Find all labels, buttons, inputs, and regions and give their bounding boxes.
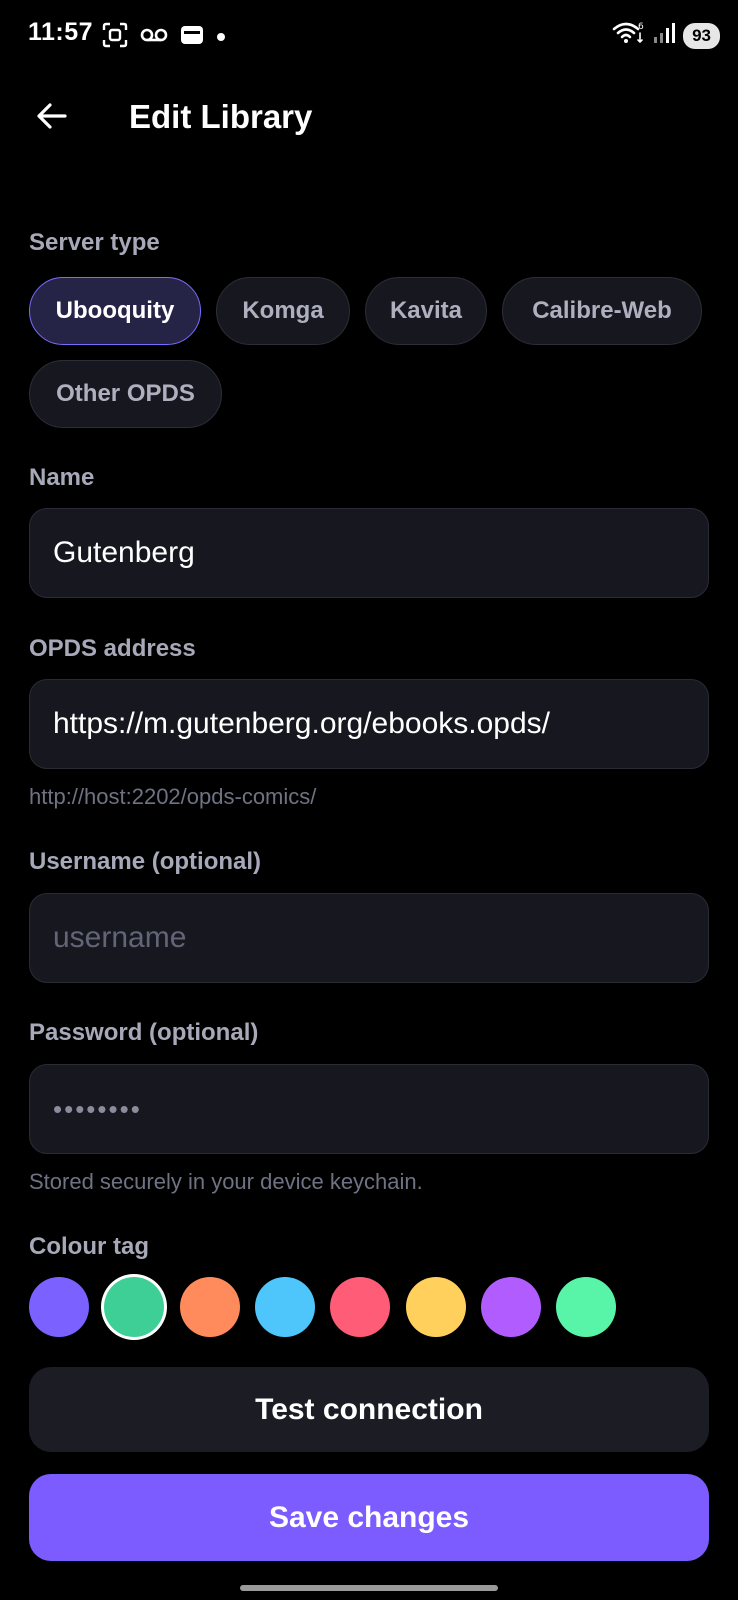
chip-komga[interactable]: Komga xyxy=(216,277,350,345)
chip-other-opds[interactable]: Other OPDS xyxy=(29,360,222,428)
opds-address-hint: http://host:2202/opds-comics/ xyxy=(29,784,317,809)
password-field[interactable]: •••••••• xyxy=(29,1064,709,1154)
voicemail-icon xyxy=(140,26,168,49)
username-label: Username (optional) xyxy=(29,848,262,875)
battery-icon: 93 xyxy=(683,22,720,49)
dot-icon xyxy=(216,29,226,47)
status-time: 11:57 xyxy=(28,18,94,46)
username-field[interactable]: username xyxy=(29,893,709,983)
save-changes-button[interactable]: Save changes xyxy=(29,1474,709,1561)
colour-swatch[interactable] xyxy=(179,1277,240,1337)
app-header: Edit Library xyxy=(0,88,738,150)
status-icons-left xyxy=(102,22,226,53)
wallet-icon xyxy=(180,24,204,51)
status-bar: 11:57 6 93 xyxy=(0,0,738,72)
server-type-label: Server type xyxy=(29,229,160,256)
home-indicator xyxy=(240,1585,498,1591)
name-field[interactable]: Gutenberg xyxy=(29,508,709,598)
status-icons-right: 6 93 xyxy=(611,20,720,51)
name-label: Name xyxy=(29,464,95,491)
test-connection-button[interactable]: Test connection xyxy=(29,1367,709,1452)
svg-text:6: 6 xyxy=(638,22,644,32)
page-title: Edit Library xyxy=(129,98,313,135)
arrow-left-icon xyxy=(36,102,68,135)
opds-address-field[interactable]: https://m.gutenberg.org/ebooks.opds/ xyxy=(29,679,709,769)
password-label: Password (optional) xyxy=(29,1019,259,1046)
colour-swatch[interactable] xyxy=(29,1277,89,1337)
colour-tag-label: Colour tag xyxy=(29,1233,149,1260)
signal-icon xyxy=(653,21,676,50)
password-hint: Stored securely in your device keychain. xyxy=(29,1169,423,1194)
chip-kavita[interactable]: Kavita xyxy=(365,277,487,345)
face-scan-icon xyxy=(102,22,128,53)
colour-swatch[interactable] xyxy=(330,1277,391,1337)
chip-ubooquity[interactable]: Ubooquity xyxy=(29,277,201,345)
wifi-icon: 6 xyxy=(611,20,645,51)
opds-address-label: OPDS address xyxy=(29,635,196,662)
back-button[interactable] xyxy=(30,96,74,140)
colour-swatch[interactable] xyxy=(480,1277,541,1337)
colour-swatch[interactable] xyxy=(104,1277,165,1337)
colour-swatch[interactable] xyxy=(556,1277,617,1337)
colour-swatch[interactable] xyxy=(405,1277,466,1337)
colour-swatch[interactable] xyxy=(254,1277,315,1337)
chip-calibre-web[interactable]: Calibre-Web xyxy=(502,277,702,345)
